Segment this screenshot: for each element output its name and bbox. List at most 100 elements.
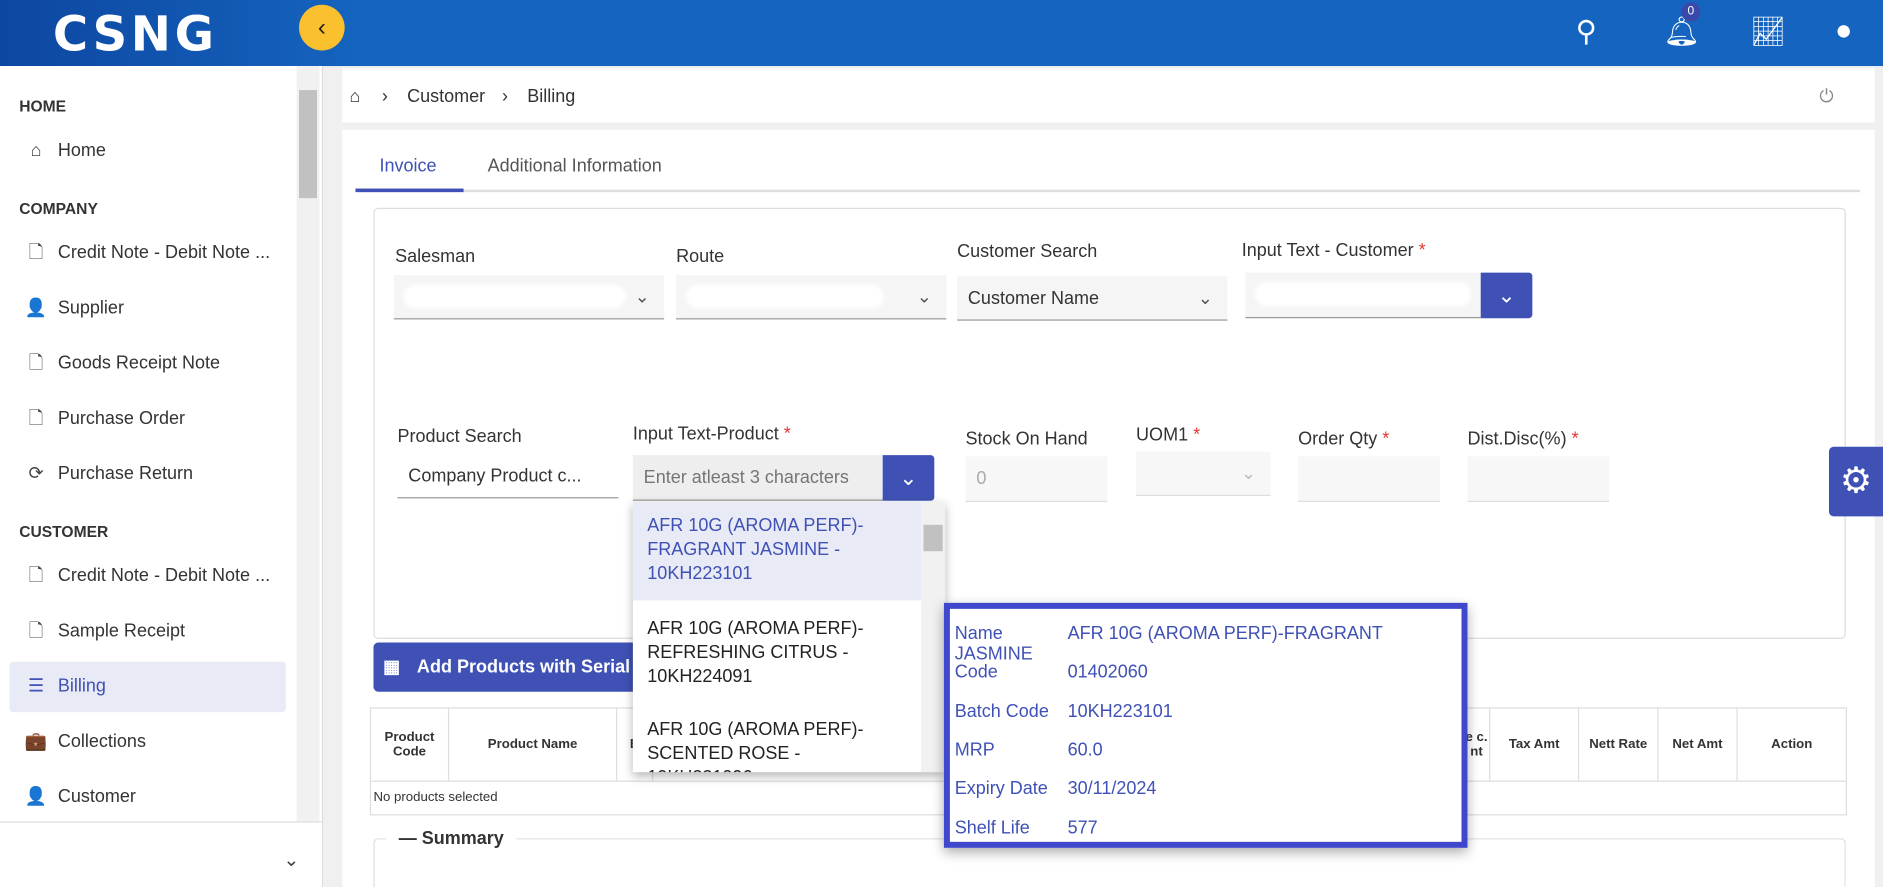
input-customer-field[interactable] — [1245, 272, 1481, 319]
option-line: 10KH223101 — [647, 563, 753, 584]
product-option[interactable]: AFR 10G (AROMA PERF)- FRAGRANT JASMINE - 1… — [632, 501, 922, 601]
tooltip-key: Shelf Life — [954, 817, 1030, 838]
menu-icon: 💼 — [24, 731, 48, 752]
option-line: AFR 10G (AROMA PERF)- — [647, 719, 864, 740]
tab-invoice[interactable]: Invoice — [379, 156, 436, 176]
input-customer-label: Input Text - Customer * — [1242, 240, 1426, 260]
button-label: Add Products with Serial — [416, 656, 631, 678]
sidebar-item-label: Goods Receipt Note — [57, 353, 221, 374]
sidebar-footer — [0, 821, 322, 887]
tooltip-value: 577 — [1067, 817, 1098, 838]
label-text: Order Qty — [1298, 428, 1378, 450]
sidebar-item-label: Purchase Return — [57, 463, 194, 484]
product-search-label: Product Search — [397, 426, 522, 447]
chevron-down-icon[interactable]: ⌄ — [283, 848, 299, 872]
chevron-down-icon: ⌄ — [1241, 463, 1257, 484]
chevron-right-icon: › — [501, 86, 508, 107]
sidebar-item[interactable]: ⌂ Home — [10, 126, 286, 176]
account-icon[interactable]: ● — [1835, 14, 1852, 48]
sidebar-item[interactable]: 🗋 Purchase Order — [10, 394, 286, 444]
customer-dropdown-button[interactable]: ⌄ — [1480, 272, 1533, 319]
sidebar-item[interactable]: 🗋 Credit Note - Debit Note ... — [10, 551, 286, 601]
power-icon[interactable]: ⏻ — [1819, 86, 1833, 106]
header-product-code: Product Code — [371, 708, 450, 781]
sidebar-item[interactable]: ⟳ Purchase Return — [10, 449, 286, 499]
breadcrumb-customer[interactable]: Customer — [407, 86, 485, 106]
chevron-right-icon: › — [381, 86, 388, 107]
option-line: FRAGRANT JASMINE - — [647, 539, 841, 560]
dropdown-scroll-thumb[interactable] — [923, 524, 943, 552]
product-dropdown-button[interactable]: ⌄ — [882, 455, 935, 501]
add-products-with-serial-button[interactable]: ▦ Add Products with Serial — [373, 642, 650, 692]
menu-icon: 👤 — [24, 297, 48, 319]
sidebar-item[interactable]: 👤 Customer — [10, 772, 286, 822]
product-option[interactable]: AFR 10G (AROMA PERF)- SCENTED ROSE - 10KH… — [633, 706, 921, 772]
product-search-select[interactable]: Company Product c... — [397, 453, 619, 499]
sidebar-item-label: Purchase Order — [57, 408, 186, 429]
settings-button[interactable]: ⚙ — [1828, 446, 1883, 517]
required-mark: * — [1382, 428, 1390, 450]
menu-icon: 🗋 — [28, 408, 44, 429]
chevron-down-icon: ⌄ — [916, 287, 932, 308]
tooltip-value: 01402060 — [1067, 662, 1148, 683]
tooltip-key: Name — [954, 623, 1003, 644]
route-select[interactable]: ⌄ — [676, 275, 947, 320]
sidebar-item-label: Supplier — [57, 297, 124, 319]
active-tab-indicator — [355, 188, 464, 193]
required-mark: * — [1571, 428, 1579, 450]
sidebar-item-label: Billing — [57, 676, 106, 697]
customer-search-select[interactable]: Customer Name ⌄ — [957, 276, 1228, 321]
chevron-down-icon: ⌄ — [634, 287, 650, 308]
product-search-input[interactable] — [632, 455, 883, 501]
chart-icon[interactable]: 📈︎ — [1750, 14, 1787, 49]
stock-on-hand-field: 0 — [965, 456, 1108, 502]
menu-icon: ⌂ — [30, 140, 42, 161]
order-qty-label: Order Qty * — [1298, 429, 1389, 449]
tooltip-key: MRP — [954, 739, 995, 761]
product-option[interactable]: AFR 10G (AROMA PERF)- REFRESHING CITRUS -… — [633, 605, 921, 701]
tooltip-value: 30/11/2024 — [1067, 778, 1157, 799]
search-icon[interactable]: ⚲ — [1576, 14, 1597, 49]
logo: CSNG — [52, 7, 218, 63]
option-line: REFRESHING CITRUS - — [647, 642, 849, 663]
header-discount: e c. nt — [1464, 708, 1491, 781]
sidebar-item[interactable]: ☰ Billing — [9, 661, 286, 713]
order-qty-input[interactable] — [1298, 456, 1440, 502]
tooltip-value: 60.0 — [1067, 739, 1103, 761]
tab-additional-information[interactable]: Additional Information — [488, 156, 662, 176]
required-mark: * — [783, 423, 791, 445]
header-action: Action — [1771, 737, 1813, 752]
product-search-value: Company Product c... — [408, 465, 582, 487]
required-mark: * — [1193, 425, 1201, 446]
salesman-label: Salesman — [395, 246, 476, 267]
customer-search-label: Customer Search — [957, 241, 1098, 262]
dist-disc-input[interactable] — [1467, 456, 1610, 502]
menu-icon: 👤 — [24, 786, 48, 808]
sidebar-item[interactable]: 👤 Supplier — [10, 283, 286, 333]
app: CSNG ‹ ⚲ 🔔︎ 0 📈︎ ● HOME ⌂ Home COMPANY 🗋 Cr… — [0, 0, 1883, 887]
option-line: AFR 10G (AROMA PERF)- — [647, 618, 864, 639]
home-icon[interactable]: ⌂ — [349, 86, 360, 106]
summary-toggle[interactable]: — Summary — [386, 828, 516, 850]
sidebar-item-label: Home — [57, 140, 106, 161]
stock-on-hand-label: Stock On Hand — [965, 428, 1088, 450]
sidebar-item-label: Credit Note - Debit Note ... — [57, 242, 271, 263]
sidebar-item[interactable]: 🗋 Credit Note - Debit Note ... — [10, 228, 286, 278]
header-net-amt: Net Amt — [1658, 708, 1738, 781]
salesman-select[interactable]: ⌄ — [393, 275, 665, 320]
option-line: SCENTED ROSE - 10KH221096 — [647, 743, 801, 772]
sidebar-item[interactable]: 🗋 Sample Receipt — [10, 606, 286, 656]
label-text: UOM1 — [1136, 425, 1189, 446]
sidebar-item[interactable]: 🗋 Goods Receipt Note — [10, 339, 286, 389]
tab-divider — [355, 189, 1861, 193]
tooltip-key: Code — [954, 662, 998, 683]
tooltip-row: Shelf Life 577 — [955, 817, 1098, 837]
option-line: 10KH224091 — [647, 666, 753, 687]
sidebar-scroll-thumb[interactable] — [299, 90, 318, 199]
sidebar-item-label: Collections — [57, 731, 146, 752]
sidebar-item[interactable]: 💼 Collections — [10, 717, 286, 767]
collapse-sidebar-button[interactable]: ‹ — [299, 4, 345, 51]
route-label: Route — [676, 246, 725, 267]
input-product-label: Input Text-Product * — [633, 424, 791, 444]
uom1-select[interactable]: ⌄ — [1136, 451, 1271, 496]
